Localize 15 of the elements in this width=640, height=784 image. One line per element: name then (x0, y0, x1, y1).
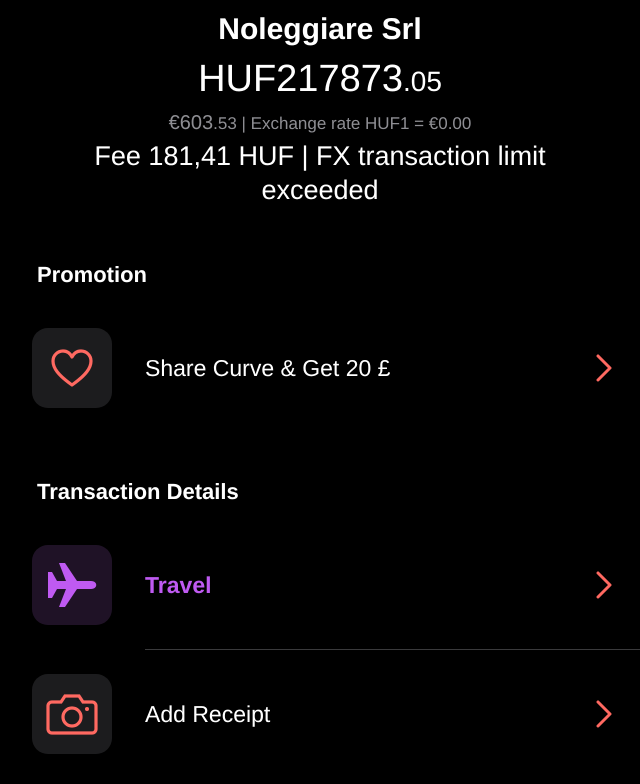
airplane-icon (46, 562, 98, 608)
section-title: Transaction Details (36, 478, 239, 506)
heart-icon (50, 348, 94, 388)
row-label[interactable]: Share Curve & Get 20 £ (145, 350, 390, 386)
transaction-amount: HUF217873.05 (198, 57, 442, 102)
row-label[interactable]: Travel (145, 568, 212, 602)
exchange-rate-text: €603.53 | Exchange rate HUF1 = €0.00 (168, 111, 472, 136)
chevron-right-icon (596, 571, 612, 599)
merchant-name: Noleggiare Srl (217, 12, 423, 48)
fee-note: Fee 181,41 HUF | FX transaction limit exceeded (93, 140, 547, 207)
section-title: Promotion (36, 261, 147, 289)
camera-icon (46, 693, 98, 735)
chevron-right-icon (596, 354, 612, 382)
chevron-right-icon (596, 700, 612, 728)
row-label[interactable]: Add Receipt (145, 696, 270, 732)
